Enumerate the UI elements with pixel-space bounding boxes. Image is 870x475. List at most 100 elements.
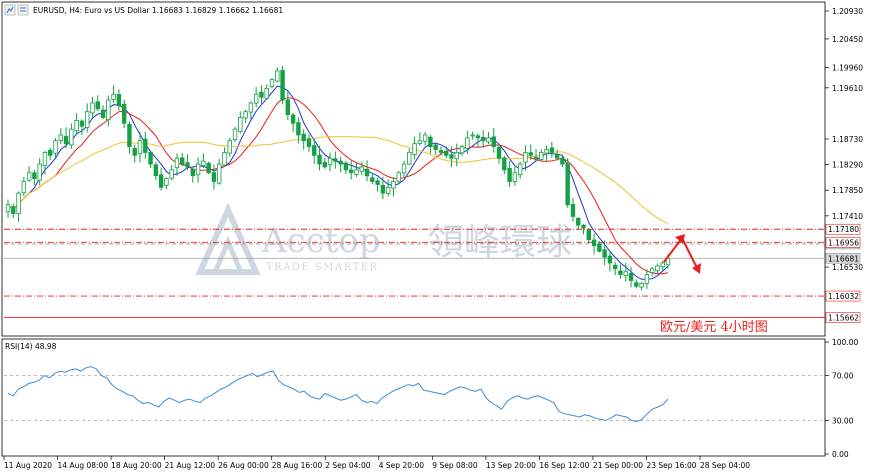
candle-bear	[618, 270, 623, 276]
candle-bull	[649, 268, 655, 273]
level-tag-label: 1.17180	[828, 225, 859, 234]
watermark-tagline: TRADE SMARTER	[266, 262, 379, 273]
price-tick-label: 1.17410	[832, 212, 863, 221]
candle-bear	[348, 169, 354, 174]
candle-bull	[42, 152, 48, 166]
candle-bull	[238, 117, 243, 132]
candle-bear	[428, 136, 433, 147]
time-tick-label: 26 Aug 00:00	[218, 461, 269, 470]
candle-bull	[639, 282, 644, 288]
time-tick-label: 4 Sep 20:00	[379, 461, 425, 470]
candle-bear	[148, 151, 153, 165]
candle-bull	[517, 163, 523, 176]
candle-bull	[106, 99, 111, 120]
candle-bear	[285, 99, 291, 115]
candle-bull	[195, 163, 201, 176]
candle-bull	[169, 169, 174, 179]
candle-bull	[523, 152, 528, 163]
level-tag-label: 1.16681	[828, 254, 859, 263]
time-tick-label: 2 Sep 04:00	[325, 461, 371, 470]
rsi-line	[7, 366, 669, 423]
candle-bull	[269, 79, 275, 88]
candle-bull	[391, 181, 396, 189]
candle-bull	[264, 87, 269, 99]
candle-bull	[544, 149, 549, 154]
candle-bull	[359, 166, 364, 172]
rsi-axis: 100.00 70.00 30.00 0.00	[825, 338, 858, 459]
candle-bear	[322, 162, 327, 168]
level-tag-label: 1.16956	[828, 238, 859, 247]
time-tick-label: 14 Aug 08:00	[58, 461, 109, 470]
candle-bear	[180, 157, 185, 165]
candle-bull	[459, 146, 465, 154]
candle-bull	[354, 169, 359, 175]
candle-bear	[211, 172, 217, 182]
candle-bear	[296, 122, 301, 136]
candle-bull	[512, 172, 518, 182]
candle-bear	[380, 184, 386, 194]
price-tick-label: 1.19610	[832, 84, 863, 93]
candle-bull	[5, 204, 11, 213]
time-tick-label: 16 Sep 12:00	[539, 461, 589, 470]
candle-bear	[444, 150, 449, 156]
candle-bear	[528, 152, 533, 156]
price-tick-label: 1.18730	[832, 135, 863, 144]
candle-bull	[26, 172, 32, 181]
candle-bear	[433, 144, 438, 150]
price-tick-label: 1.18290	[832, 161, 863, 170]
candle-bear	[95, 101, 100, 110]
candle-bear	[333, 158, 338, 162]
price-tick-label: 1.20450	[832, 35, 863, 44]
candle-bear	[306, 138, 312, 147]
candle-bull	[69, 128, 74, 146]
candle-bull	[401, 163, 407, 174]
candle-bull	[222, 152, 227, 166]
candle-bear	[259, 91, 264, 98]
candle-bear	[449, 154, 454, 159]
price-tick-label: 1.20930	[832, 7, 863, 16]
candle-bull	[53, 140, 58, 154]
candle-bear	[158, 174, 164, 188]
candle-bear	[560, 157, 565, 165]
eurusd-h4-chart: EURUSD, H4: Euro vs US Dollar 1.16683 1.…	[1, 1, 863, 470]
price-panel-frame	[1, 1, 826, 337]
candle-bear	[100, 109, 106, 118]
candle-bear	[491, 136, 496, 147]
candle-bull	[216, 163, 222, 184]
candle-bear	[438, 150, 444, 153]
candle-bull	[21, 181, 27, 194]
candle-bull	[253, 93, 259, 104]
time-tick-label: 11 Aug 2020	[4, 461, 52, 470]
candle-bear	[565, 163, 570, 206]
watermark-brand: Acctop	[261, 221, 381, 261]
candle-bear	[628, 272, 634, 281]
level-lines	[4, 228, 825, 319]
candle-bull	[174, 157, 180, 168]
candle-bear	[581, 224, 586, 229]
candle-bear	[576, 217, 581, 226]
time-tick-label: 9 Sep 08:00	[432, 461, 478, 470]
candle-bull	[58, 134, 63, 141]
chart-header: EURUSD, H4: Euro vs US Dollar 1.16683 1.…	[33, 6, 283, 15]
candle-bull	[655, 265, 660, 272]
candle-bull	[660, 262, 665, 268]
candle-bear	[343, 162, 349, 171]
candle-bear	[280, 70, 285, 101]
candle-bear	[502, 157, 507, 171]
candle-bear	[533, 156, 539, 159]
symbol-icon[interactable]	[4, 4, 29, 16]
candle-bull	[539, 152, 544, 160]
candle-bear	[48, 149, 53, 156]
candle-bear	[153, 164, 159, 177]
level-tag-label: 1.15662	[828, 314, 859, 323]
candle-bear	[312, 145, 317, 156]
candle-bear	[317, 154, 322, 165]
candle-bull	[232, 128, 238, 140]
rsi-tick-label: 100.00	[832, 338, 858, 347]
candle-bear	[570, 203, 576, 217]
candle-bull	[16, 192, 21, 214]
candle-bear	[602, 249, 607, 258]
time-tick-label: 18 Aug 20:00	[111, 461, 162, 470]
candle-bear	[206, 162, 211, 174]
rsi-tick-label: 30.00	[832, 416, 854, 425]
